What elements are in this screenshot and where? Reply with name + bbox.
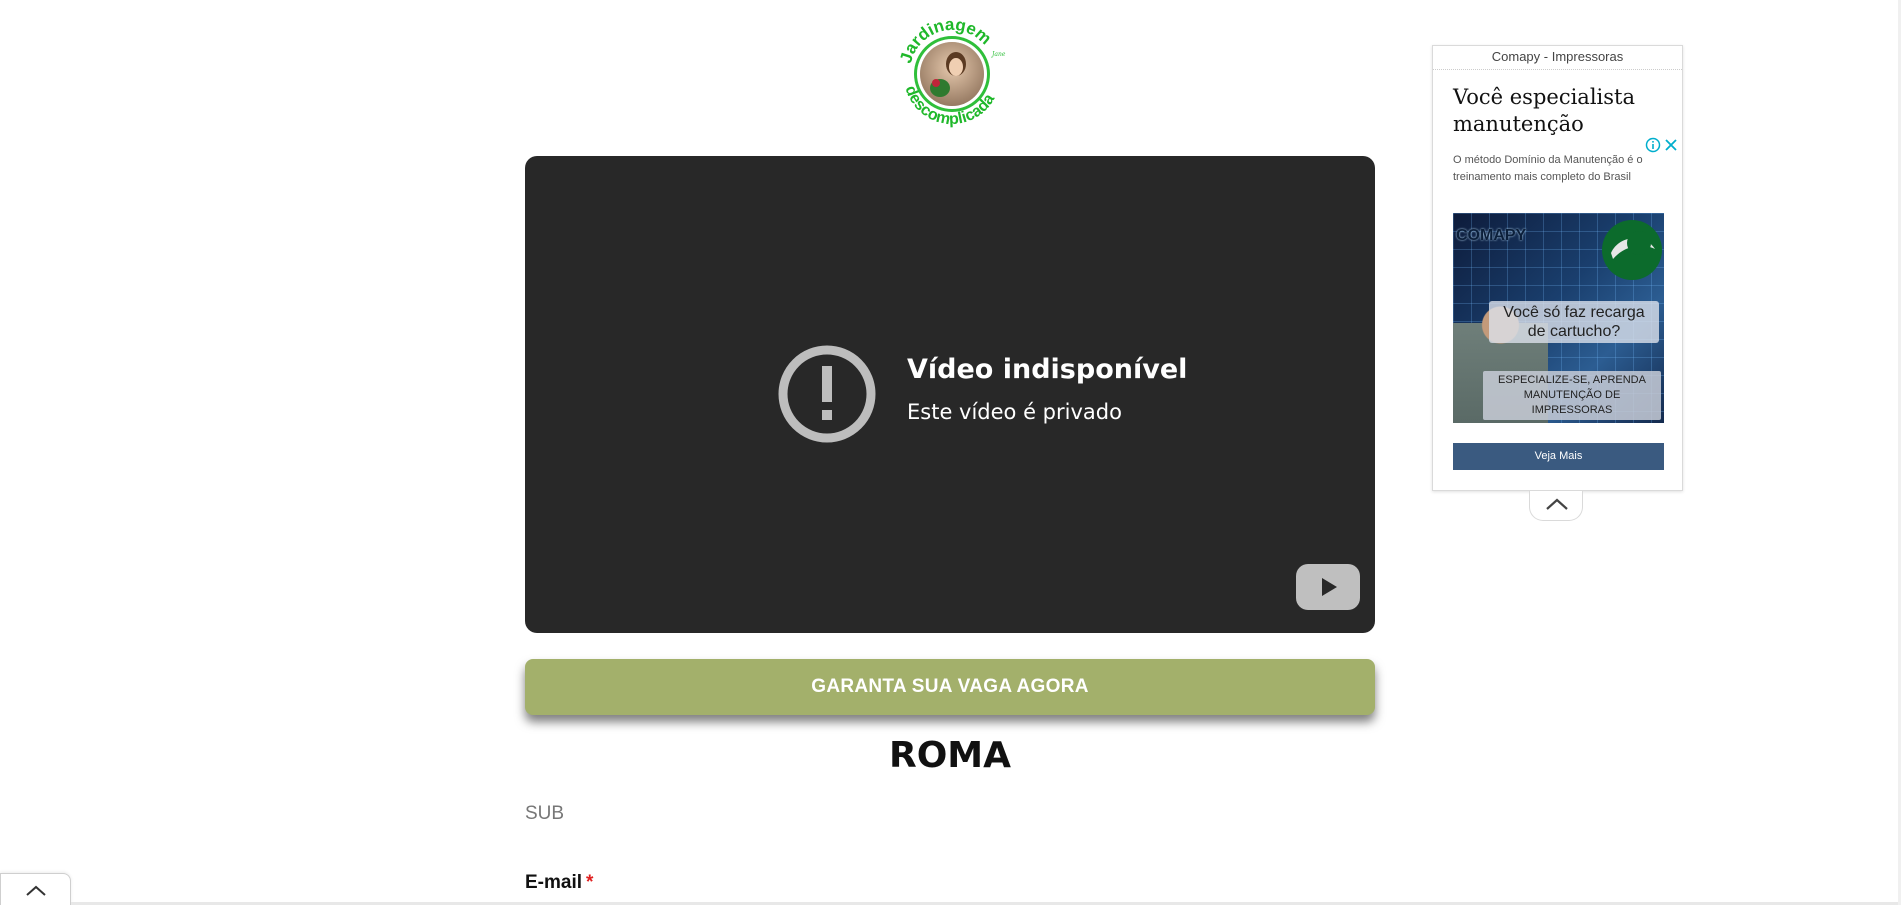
video-player[interactable]: Vídeo indisponível Este vídeo é privado [525,156,1375,633]
chevron-up-icon [1546,498,1568,510]
info-icon[interactable] [1645,137,1661,153]
subtitle: SUB [525,803,565,824]
ad-body-text[interactable]: O método Domínio da Manutenção é o trein… [1453,152,1668,186]
email-label-text: E-mail [525,872,583,893]
close-icon[interactable] [1663,137,1679,153]
ad-collapse-button[interactable] [1529,491,1583,521]
ad-image[interactable]: COMAPY Você só faz recarga de cartucho? … [1453,213,1664,423]
globe-icon [1602,220,1662,280]
site-logo[interactable]: Jardinagem descomplicada Jane [890,10,1015,135]
bottom-sticky-toggle[interactable] [0,873,71,905]
exclamation-icon [778,345,876,443]
page-title: ROMA [888,735,1011,776]
svg-text:Jane: Jane [990,51,1006,58]
ad-sponsor[interactable]: Comapy - Impressoras [1433,46,1682,70]
youtube-icon[interactable] [1296,564,1360,610]
ad-headline[interactable]: Você especialista manutenção [1453,84,1668,138]
logo-graphic: Jardinagem descomplicada Jane [896,15,1006,129]
required-mark: * [586,872,594,893]
ad-image-banner: ESPECIALIZE-SE, APRENDA MANUTENÇÃO DE IM… [1483,371,1661,420]
ad-image-brand: COMAPY [1456,227,1527,244]
ad-see-more-button[interactable]: Veja Mais [1453,443,1664,470]
ad-panel[interactable]: Comapy - Impressoras Você especialista m… [1432,45,1683,491]
video-private-message: Este vídeo é privado [907,400,1122,424]
chevron-up-icon [26,885,46,896]
register-now-button[interactable]: GARANTA SUA VAGA AGORA [525,659,1375,715]
ad-image-question: Você só faz recarga de cartucho? [1489,301,1659,343]
video-unavailable-title: Vídeo indisponível [907,354,1188,385]
email-field-label: E-mail * [525,872,593,894]
